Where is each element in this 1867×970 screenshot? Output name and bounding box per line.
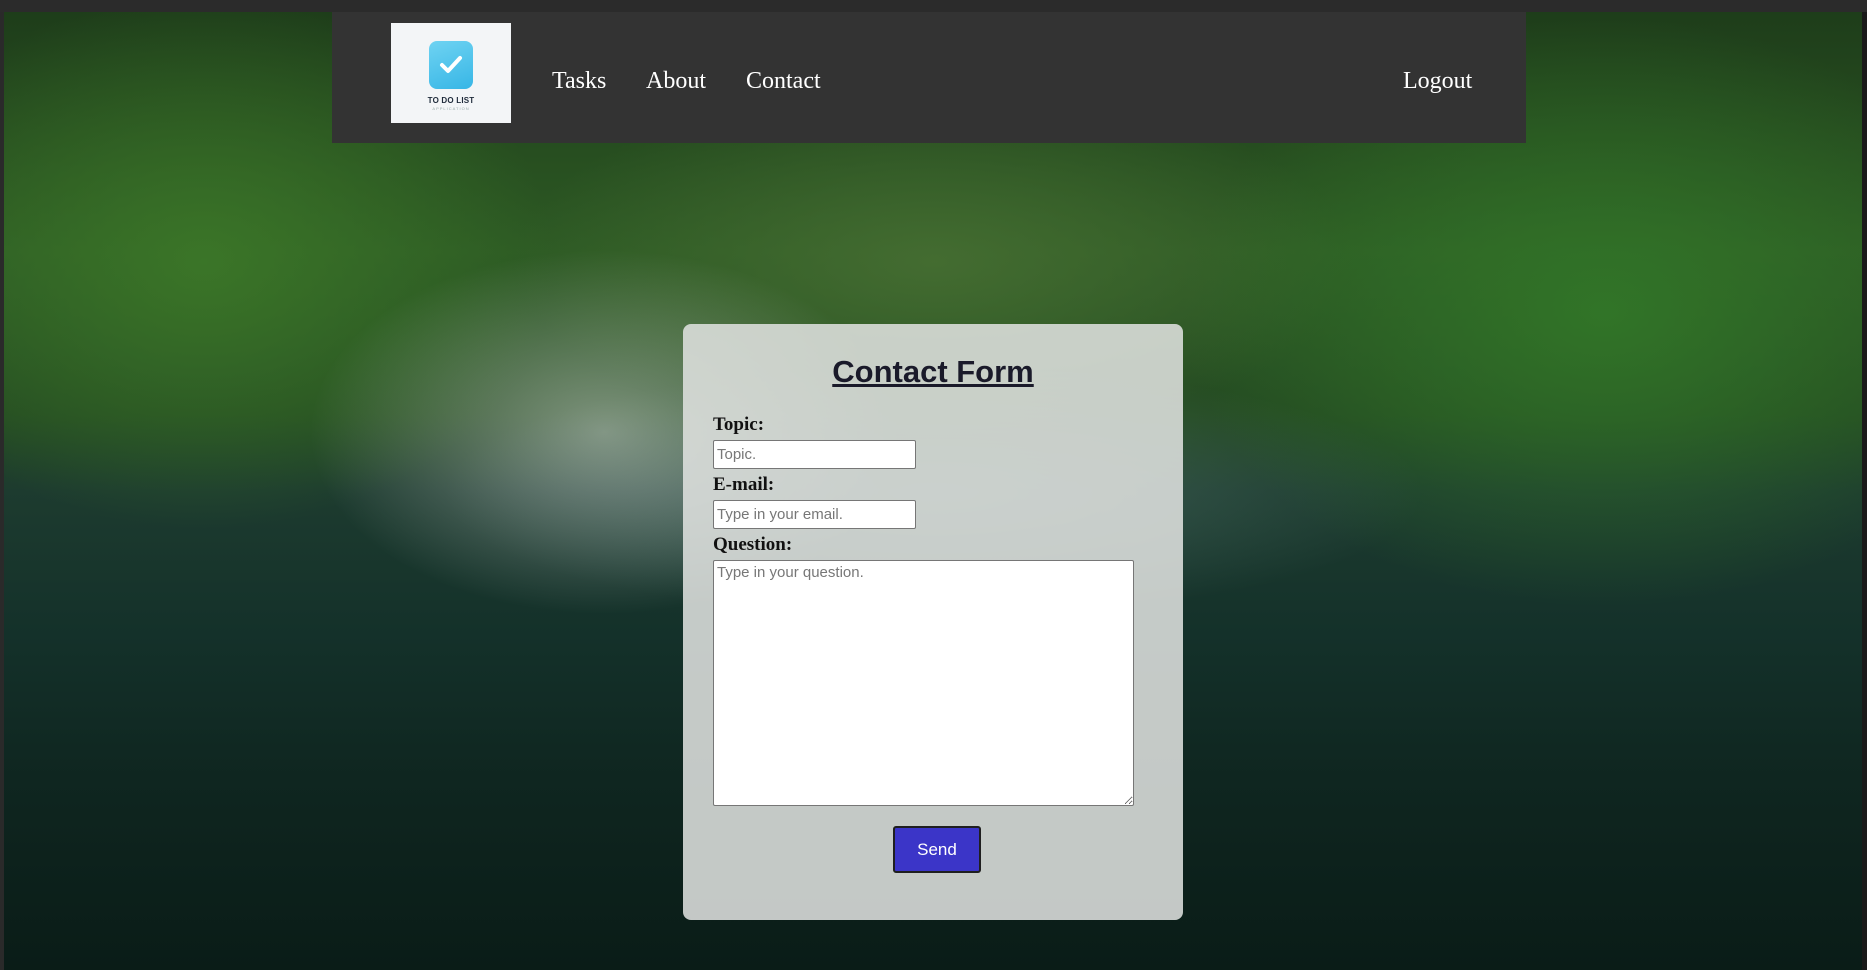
nav-link-contact[interactable]: Contact [746,69,821,93]
nav-link-tasks[interactable]: Tasks [552,69,606,93]
app-logo[interactable]: TO DO LIST APPLICATION [391,23,511,123]
checkmark-icon [429,41,473,89]
nav-link-about[interactable]: About [646,69,706,93]
top-navbar: TO DO LIST APPLICATION Tasks About Conta… [332,12,1526,143]
question-label: Question: [713,534,793,555]
topic-label: Topic: [713,414,765,435]
question-textarea[interactable] [713,560,1134,806]
logout-link[interactable]: Logout [1403,69,1472,93]
send-button[interactable]: Send [893,826,981,873]
logo-text: TO DO LIST [427,96,475,105]
contact-form-card: Contact Form Topic: E-mail: Question: Se… [683,324,1183,920]
form-title: Contact Form [832,354,1034,389]
logo-subtext: APPLICATION [432,106,470,111]
email-input[interactable] [713,500,916,529]
topic-input[interactable] [713,440,916,469]
scrollbar-track[interactable] [1862,12,1867,970]
browser-chrome-bar [0,0,1867,12]
email-label: E-mail: [713,474,775,495]
